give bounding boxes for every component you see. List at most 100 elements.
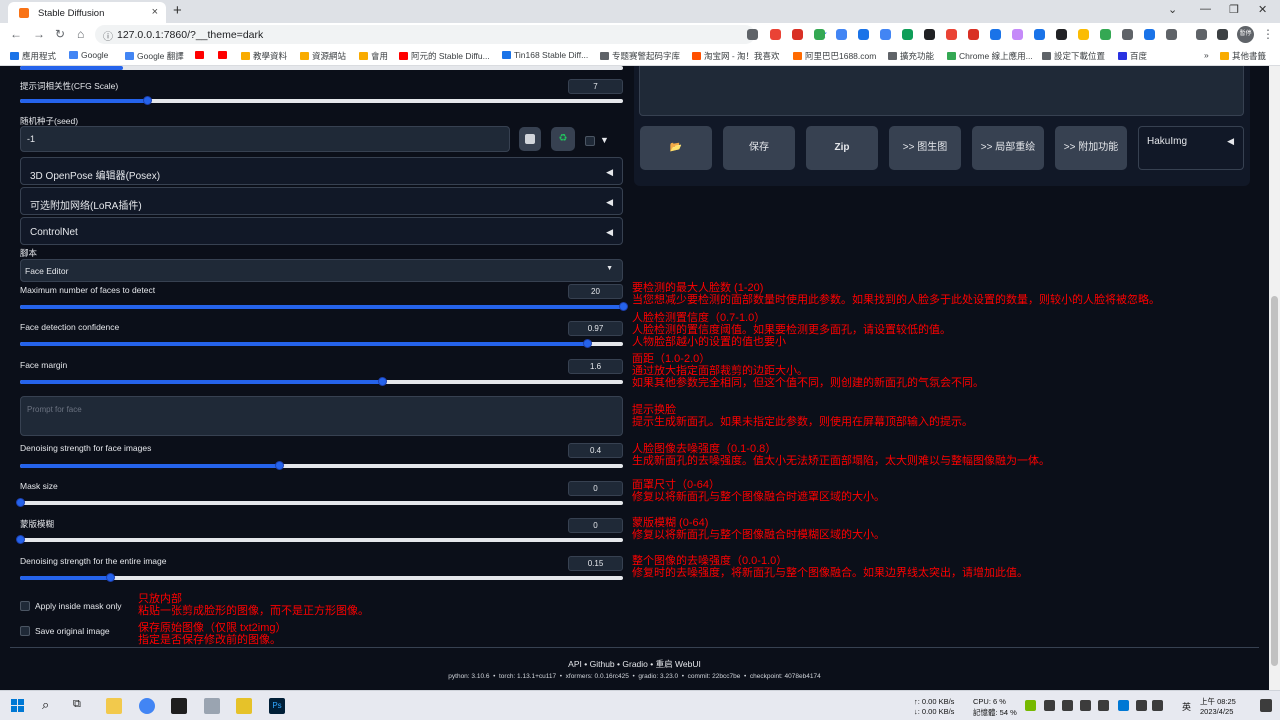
denoise-entire-input[interactable]: 0.15: [568, 556, 623, 571]
app-icon[interactable]: [236, 698, 252, 714]
extension-icon[interactable]: [1012, 29, 1023, 40]
extension-icon[interactable]: [747, 29, 758, 40]
extra-seed-checkbox[interactable]: [585, 136, 595, 146]
bookmark-item[interactable]: Google 翻譯: [125, 50, 184, 62]
nvidia-icon[interactable]: [1025, 700, 1036, 711]
script-select[interactable]: Face Editor ▼: [20, 259, 623, 282]
accordion-controlnet[interactable]: ControlNet ◀: [20, 217, 623, 245]
task-view-icon[interactable]: ⧉: [73, 698, 81, 711]
accordion-lora[interactable]: 可选附加网络(LoRA插件) ◀: [20, 187, 623, 215]
bookmark-item[interactable]: 阿里巴巴1688.com: [793, 50, 876, 62]
reuse-seed-button[interactable]: ♻: [551, 127, 575, 151]
dice-button[interactable]: [519, 127, 541, 151]
extra-seed-arrow-icon[interactable]: ▼: [600, 135, 609, 145]
reload-icon[interactable]: ↻: [55, 27, 65, 41]
save-original-checkbox[interactable]: [20, 626, 30, 636]
denoise-face-slider[interactable]: [20, 461, 623, 470]
face-prompt-textarea[interactable]: Prompt for face: [20, 396, 623, 436]
apply-inside-mask-checkbox[interactable]: [20, 601, 30, 611]
volume-icon[interactable]: [1152, 700, 1163, 711]
open-folder-button[interactable]: 📂: [640, 126, 712, 170]
extension-icon[interactable]: [858, 29, 869, 40]
url-bar[interactable]: ⓘ 127.0.0.1:7860/?__theme=dark ★: [95, 25, 828, 44]
tray-icon[interactable]: [1098, 700, 1109, 711]
send-to-inpaint-button[interactable]: >> 局部重绘: [972, 126, 1044, 170]
extension-icon[interactable]: [770, 29, 781, 40]
seed-input[interactable]: -1: [20, 126, 510, 152]
extension-icon[interactable]: [902, 29, 913, 40]
app-icon[interactable]: [204, 698, 220, 714]
zip-button[interactable]: Zip: [806, 126, 878, 170]
back-icon[interactable]: ←: [10, 27, 22, 41]
tray-icon[interactable]: [1062, 700, 1073, 711]
margin-input[interactable]: 1.6: [568, 359, 623, 374]
home-icon[interactable]: ⌂: [77, 27, 84, 41]
other-bookmarks[interactable]: 其他書籤: [1220, 50, 1266, 62]
max-faces-slider[interactable]: [20, 302, 628, 311]
extension-icon[interactable]: [1034, 29, 1045, 40]
bookmark-item[interactable]: Chrome 線上應用...: [947, 50, 1033, 62]
info-icon[interactable]: ⓘ: [103, 28, 113, 43]
input-language[interactable]: 英: [1182, 700, 1191, 713]
mask-size-slider[interactable]: [16, 498, 623, 507]
bookmark-item[interactable]: Google: [69, 50, 108, 60]
bookmark-item[interactable]: 應用程式: [10, 50, 56, 62]
chrome-icon[interactable]: [139, 698, 155, 714]
footer-gradio-link[interactable]: Gradio: [622, 659, 648, 669]
tray-icon[interactable]: [1044, 700, 1055, 711]
extension-icon[interactable]: [1100, 29, 1111, 40]
bookmark-item[interactable]: 設定下載位置: [1042, 50, 1105, 62]
scrollbar-thumb[interactable]: [1271, 296, 1278, 666]
footer-reload-link[interactable]: 重启 WebUI: [656, 659, 701, 669]
bookmark-item[interactable]: [195, 50, 207, 60]
extension-icon[interactable]: [792, 29, 803, 40]
collapse-arrow-icon[interactable]: ◀: [606, 227, 613, 238]
bookmark-folder[interactable]: 教學資料: [241, 50, 287, 62]
profile-avatar[interactable]: 暫停: [1237, 26, 1254, 43]
save-button[interactable]: 保存: [723, 126, 795, 170]
collapse-arrow-icon[interactable]: ◀: [606, 197, 613, 208]
denoise-face-input[interactable]: 0.4: [568, 443, 623, 458]
margin-slider[interactable]: [20, 377, 623, 386]
browser-tab[interactable]: Stable Diffusion ×: [8, 2, 166, 23]
extension-icon[interactable]: [1078, 29, 1089, 40]
extension-icon[interactable]: [836, 29, 847, 40]
new-tab-button[interactable]: +: [173, 2, 182, 19]
clock-date[interactable]: 2023/4/25: [1200, 707, 1233, 716]
network-icon[interactable]: [1136, 700, 1147, 711]
dropdown-arrow-icon[interactable]: ▼: [606, 265, 613, 272]
bookmark-item[interactable]: [218, 50, 230, 60]
sidepanel-icon[interactable]: [1217, 29, 1228, 40]
collapse-arrow-icon[interactable]: ◀: [1227, 136, 1234, 147]
minimize-icon[interactable]: —: [1200, 3, 1211, 15]
extension-icon[interactable]: [1122, 29, 1133, 40]
cfg-scale-input[interactable]: 7: [568, 79, 623, 94]
send-to-img2img-button[interactable]: >> 图生图: [889, 126, 961, 170]
clock-time[interactable]: 上午 08:25: [1200, 696, 1236, 707]
max-faces-input[interactable]: 20: [568, 284, 623, 299]
notification-icon[interactable]: [1260, 699, 1272, 712]
windows-start-icon[interactable]: [11, 699, 25, 713]
photoshop-icon[interactable]: Ps: [269, 698, 285, 714]
extension-icon[interactable]: [924, 29, 935, 40]
menu-icon[interactable]: ⋮: [1262, 27, 1274, 41]
bookmark-folder[interactable]: 資源網站: [300, 50, 346, 62]
cfg-scale-slider[interactable]: [20, 96, 623, 105]
extension-icon[interactable]: [814, 29, 825, 40]
bookmark-item[interactable]: 擴充功能: [888, 50, 934, 62]
hakuimg-accordion[interactable]: HakuImg ◀: [1138, 126, 1244, 170]
search-icon[interactable]: ⌕: [42, 697, 49, 713]
bookmark-item[interactable]: 淘宝网 - 淘！我喜欢: [692, 50, 780, 62]
bookmark-item[interactable]: 专题赛警起码字库: [600, 50, 680, 62]
window-close-icon[interactable]: ✕: [1258, 3, 1267, 16]
extension-icon[interactable]: [968, 29, 979, 40]
mask-blur-slider[interactable]: [16, 535, 623, 544]
extension-icon[interactable]: [990, 29, 1001, 40]
bookmarks-overflow[interactable]: »: [1204, 50, 1209, 60]
confidence-slider[interactable]: [20, 339, 623, 348]
tab-close-icon[interactable]: ×: [152, 6, 158, 18]
mask-size-input[interactable]: 0: [568, 481, 623, 496]
extension-icon[interactable]: [1166, 29, 1177, 40]
bookmark-folder[interactable]: 會用: [359, 50, 388, 62]
url-text[interactable]: 127.0.0.1:7860/?__theme=dark: [117, 29, 263, 41]
